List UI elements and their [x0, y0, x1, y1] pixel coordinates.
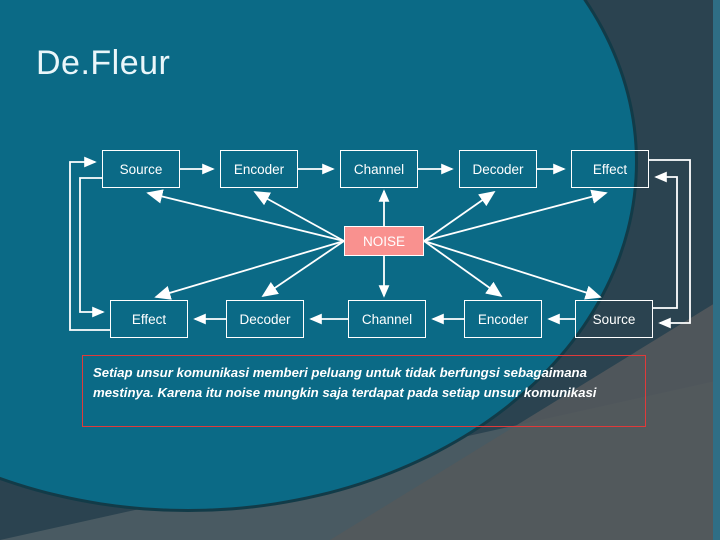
- node-bottom-source[interactable]: Source: [575, 300, 653, 338]
- node-label: Effect: [592, 161, 628, 177]
- caption-box: Setiap unsur komunikasi memberi peluang …: [82, 355, 646, 427]
- node-bottom-channel[interactable]: Channel: [348, 300, 426, 338]
- node-top-decoder[interactable]: Decoder: [459, 150, 537, 188]
- node-label: Effect: [131, 311, 167, 327]
- node-label: Channel: [361, 311, 413, 327]
- node-noise[interactable]: NOISE: [344, 226, 424, 256]
- node-label: Decoder: [239, 311, 291, 327]
- node-label: Encoder: [477, 311, 529, 327]
- node-top-source[interactable]: Source: [102, 150, 180, 188]
- diagram-connectors: [69, 156, 691, 331]
- node-bottom-decoder[interactable]: Decoder: [226, 300, 304, 338]
- node-bottom-effect[interactable]: Effect: [110, 300, 188, 338]
- node-label: Source: [592, 311, 636, 327]
- node-top-effect[interactable]: Effect: [571, 150, 649, 188]
- node-label: Decoder: [472, 161, 524, 177]
- node-label: Source: [119, 161, 163, 177]
- slide: De.Fleur Source Encoder Channel Decoder …: [0, 0, 720, 540]
- node-label: NOISE: [362, 233, 405, 249]
- node-label: Channel: [353, 161, 405, 177]
- node-bottom-encoder[interactable]: Encoder: [464, 300, 542, 338]
- node-top-encoder[interactable]: Encoder: [220, 150, 298, 188]
- node-top-channel[interactable]: Channel: [340, 150, 418, 188]
- node-label: Encoder: [233, 161, 285, 177]
- caption-text: Setiap unsur komunikasi memberi peluang …: [93, 365, 597, 400]
